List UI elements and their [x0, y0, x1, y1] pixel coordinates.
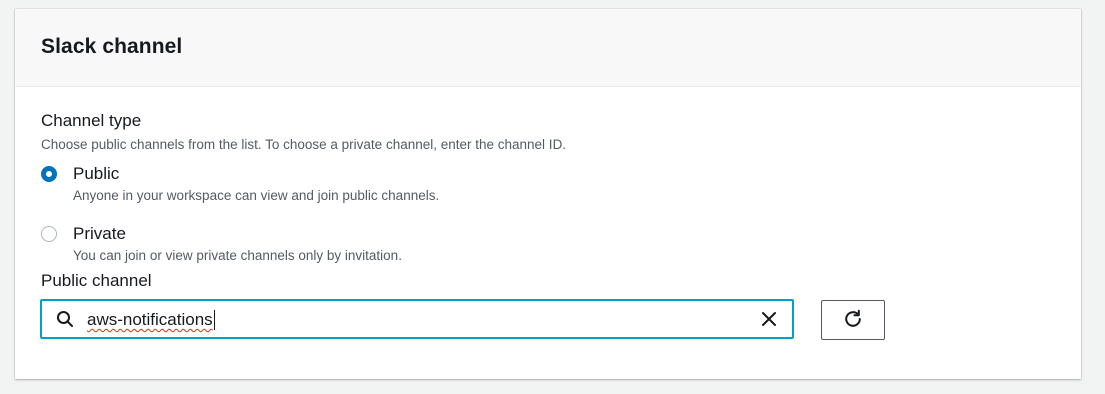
- close-icon[interactable]: [760, 310, 778, 328]
- radio-private-description: You can join or view private channels on…: [73, 248, 402, 263]
- panel-header: Slack channel: [15, 9, 1081, 87]
- search-icon: [56, 310, 74, 328]
- channel-type-label: Channel type: [41, 111, 142, 130]
- radio-private-label: Private: [73, 224, 126, 243]
- text-caret: [213, 310, 215, 330]
- radio-private-option[interactable]: Private You can join or view private cha…: [41, 224, 402, 265]
- radio-public-label: Public: [73, 164, 120, 183]
- refresh-icon: [843, 309, 863, 332]
- public-channel-label: Public channel: [41, 271, 152, 290]
- radio-public-description: Anyone in your workspace can view and jo…: [73, 188, 440, 203]
- radio-public[interactable]: [41, 166, 57, 182]
- public-channel-search-input[interactable]: aws-notifications: [40, 299, 794, 339]
- search-input-value[interactable]: aws-notifications: [87, 310, 215, 330]
- refresh-button[interactable]: [821, 300, 885, 340]
- radio-private[interactable]: [41, 226, 57, 242]
- slack-channel-panel: Slack channel Channel type Choose public…: [15, 9, 1081, 379]
- panel-title: Slack channel: [41, 35, 183, 58]
- radio-public-option[interactable]: Public Anyone in your workspace can view…: [41, 164, 439, 205]
- channel-type-description: Choose public channels from the list. To…: [41, 137, 567, 152]
